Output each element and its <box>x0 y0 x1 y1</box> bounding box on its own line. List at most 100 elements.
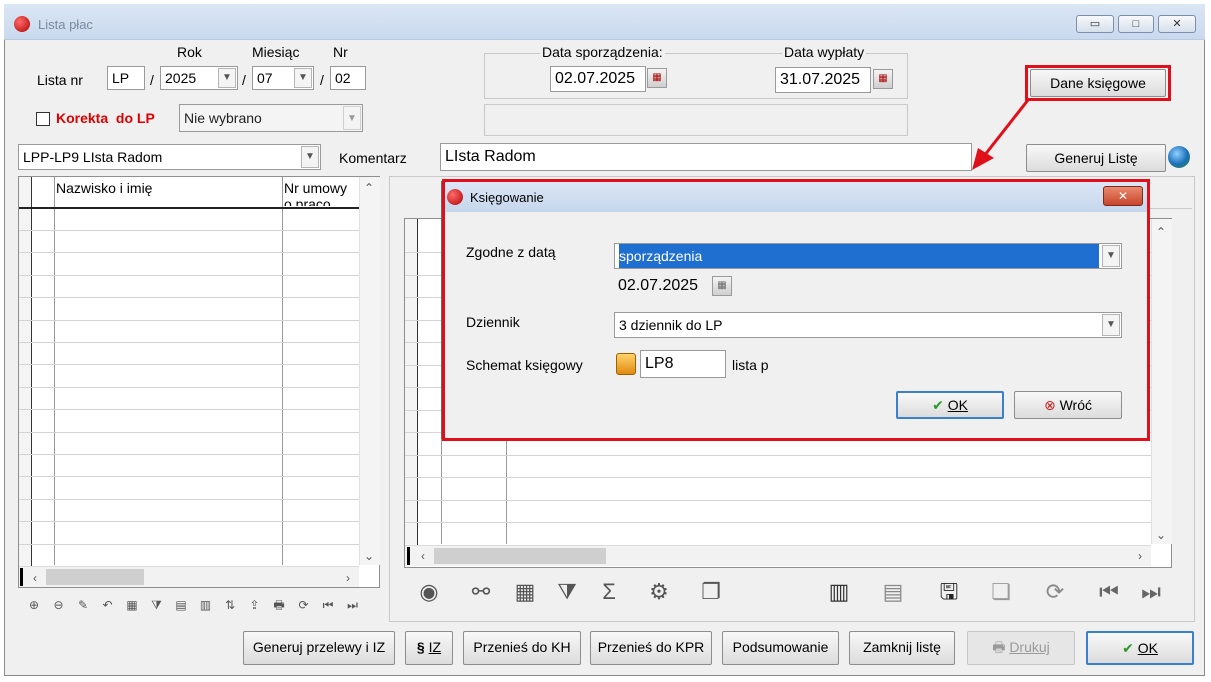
sum-icon[interactable]: Σ <box>592 575 626 609</box>
close-window-button[interactable]: ✕ <box>1158 15 1196 33</box>
scrollbar-thumb[interactable] <box>46 569 144 585</box>
data-wyplaty-field[interactable]: 31.07.2025 <box>775 67 871 93</box>
edit-icon[interactable]: ✎ <box>75 597 91 613</box>
employees-grid[interactable] <box>18 176 380 588</box>
row-indicator-column <box>19 177 32 587</box>
data-wyplaty-label: Data wypłaty <box>782 44 867 60</box>
separator: / <box>242 72 246 88</box>
grid-row-line <box>19 252 359 253</box>
chevron-right-icon[interactable]: › <box>1132 548 1148 564</box>
grid-row-line <box>19 342 359 343</box>
sort-icon[interactable]: ⇅ <box>222 597 238 613</box>
column-header-contract[interactable]: Nr umowy o praco <box>284 180 358 206</box>
chevron-up-icon[interactable]: ⌃ <box>361 180 377 196</box>
calendar-icon[interactable]: ▦ <box>873 69 893 89</box>
remove-icon[interactable]: ⊖ <box>51 597 67 613</box>
checkmark-icon: ✔ <box>1122 640 1134 656</box>
chevron-down-icon[interactable]: ⌄ <box>361 548 377 564</box>
year-value: 2025 <box>165 70 197 86</box>
iz-label: IZ <box>428 639 442 655</box>
undo-icon[interactable]: ↶ <box>100 597 116 613</box>
print-icon[interactable]: 🖶 <box>271 597 287 613</box>
vertical-scrollbar[interactable] <box>359 177 380 565</box>
data-sporzadzenia-field[interactable]: 02.07.2025 <box>550 66 646 92</box>
minimize-icon: ▭ <box>1089 18 1101 30</box>
gears-icon[interactable]: ⚙ <box>642 575 676 609</box>
grid-row-line <box>19 297 359 298</box>
export-icon[interactable]: ⇪ <box>247 597 263 613</box>
report-icon[interactable]: ▤ <box>173 597 189 613</box>
title-bar[interactable] <box>4 4 1205 40</box>
chevron-right-icon[interactable]: › <box>340 570 356 586</box>
previous-icon[interactable]: ⏮ <box>1092 575 1126 609</box>
drukuj-label: Drukuj <box>1009 639 1050 655</box>
chevron-down-icon[interactable]: ▼ <box>301 146 319 168</box>
next-icon[interactable]: ⏭ <box>1134 575 1168 609</box>
list-icon[interactable]: ▥ <box>198 597 214 613</box>
table-icon[interactable]: ▦ <box>508 575 542 609</box>
scrollbar-thumb[interactable] <box>434 548 606 564</box>
save-icon[interactable]: 🖫 <box>932 575 966 609</box>
lista-prefix-field[interactable]: LP <box>107 66 145 90</box>
filter-icon[interactable]: ⧩ <box>550 575 584 609</box>
year-select[interactable]: 2025 ▼ <box>160 66 238 90</box>
podsumowanie-button[interactable]: Podsumowanie <box>722 631 839 665</box>
separator: / <box>320 72 324 88</box>
preview-icon[interactable]: ◉ <box>412 575 446 609</box>
dane-ksiegowe-button[interactable]: Dane księgowe <box>1030 69 1166 97</box>
copy-icon[interactable]: ❏ <box>984 575 1018 609</box>
korekta-label-word: Korekta <box>56 110 109 126</box>
next-icon[interactable]: ⏭ <box>345 597 361 613</box>
chevron-down-icon[interactable]: ▼ <box>343 106 361 130</box>
add-icon[interactable]: ⊕ <box>26 597 42 613</box>
grid-row-line <box>19 230 359 231</box>
calendar-icon[interactable]: ▦ <box>647 68 667 88</box>
month-value: 07 <box>257 70 273 86</box>
nr-field[interactable]: 02 <box>330 66 366 90</box>
generuj-przelewy-button[interactable]: Generuj przelewy i IZ <box>243 631 395 665</box>
document-icon[interactable]: ▤ <box>876 575 910 609</box>
komentarz-input[interactable]: LIsta Radom <box>440 143 972 171</box>
grid-line <box>282 177 283 565</box>
maximize-button[interactable]: □ <box>1118 15 1154 33</box>
grid-row-line <box>19 476 359 477</box>
refresh-icon[interactable]: ⟳ <box>296 597 312 613</box>
vertical-scrollbar[interactable] <box>1151 219 1172 544</box>
ok-button[interactable]: ✔ OK <box>1086 631 1194 665</box>
chevron-up-icon[interactable]: ⌃ <box>1153 224 1169 240</box>
generuj-liste-button[interactable]: Generuj Listę <box>1026 144 1166 172</box>
chart-icon[interactable]: ▥ <box>822 575 856 609</box>
grid-line <box>54 177 55 565</box>
filter-icon[interactable]: ⧩ <box>149 597 165 613</box>
chevron-down-icon[interactable]: ▼ <box>294 68 312 88</box>
table-icon[interactable]: ▦ <box>124 597 140 613</box>
chevron-left-icon[interactable]: ‹ <box>415 548 431 564</box>
grid-row-line <box>19 432 359 433</box>
przenies-kpr-button[interactable]: Przenieś do KPR <box>590 631 712 665</box>
zamknij-liste-button[interactable]: Zamknij listę <box>849 631 955 665</box>
iz-button[interactable]: § IZ <box>405 631 453 665</box>
arrow-head <box>972 148 994 170</box>
chevron-down-icon[interactable]: ▼ <box>218 68 236 88</box>
refresh-icon[interactable]: ⟳ <box>1038 575 1072 609</box>
minimize-button[interactable]: ▭ <box>1076 15 1114 33</box>
korekta-select[interactable]: Nie wybrano ▼ <box>179 104 363 132</box>
column-header-name[interactable]: Nazwisko i imię <box>56 180 152 196</box>
miesiac-label: Miesiąc <box>252 44 300 60</box>
korekta-checkbox[interactable] <box>36 112 50 126</box>
chevron-left-icon[interactable]: ‹ <box>27 570 43 586</box>
binoculars-icon[interactable]: ⚯ <box>464 575 498 609</box>
month-select[interactable]: 07 ▼ <box>252 66 314 90</box>
window-icon[interactable]: ❐ <box>694 575 728 609</box>
przenies-kh-button[interactable]: Przenieś do KH <box>463 631 581 665</box>
chevron-down-icon[interactable]: ⌄ <box>1153 527 1169 543</box>
previous-icon[interactable]: ⏮ <box>320 597 336 613</box>
grid-row-line <box>19 454 359 455</box>
list-type-select[interactable]: LPP-LP9 LIsta Radom ▼ <box>18 144 321 170</box>
grid-row-line <box>19 499 359 500</box>
grid-row-line <box>19 275 359 276</box>
info-panel <box>484 104 908 136</box>
grid-row-line <box>405 522 1151 523</box>
globe-icon[interactable] <box>1168 146 1190 168</box>
row-indicator-column <box>405 219 418 565</box>
